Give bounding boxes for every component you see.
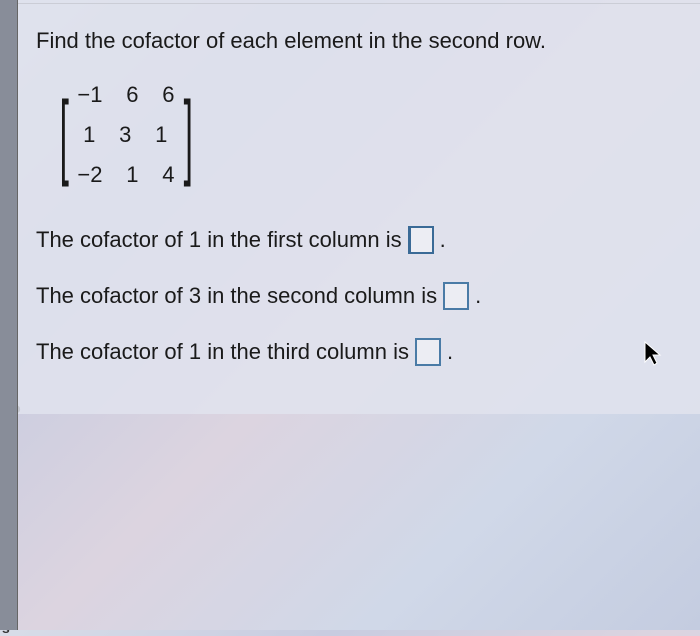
matrix-left-bracket: [: [60, 95, 69, 176]
answer-line-2: The cofactor of 3 in the second column i…: [36, 282, 680, 310]
answer-prefix: The cofactor of 3 in the second column i…: [36, 283, 437, 309]
question-content: Find the cofactor of each element in the…: [18, 0, 700, 414]
answer-suffix: .: [440, 227, 446, 253]
matrix-cell: −2: [77, 162, 102, 188]
answer-prefix: The cofactor of 1 in the first column is: [36, 227, 402, 253]
matrix-cell: 1: [149, 122, 167, 148]
mouse-cursor-icon: [643, 340, 665, 368]
matrix-body: −1 6 6 1 3 1 −2 1 4: [77, 74, 174, 196]
answer-line-3: The cofactor of 1 in the third column is…: [36, 338, 680, 366]
matrix-cell: −1: [77, 82, 102, 108]
matrix-cell: 1: [121, 162, 139, 188]
matrix-row-1: −1 6 6: [77, 82, 174, 108]
answer-input-box[interactable]: [415, 338, 441, 366]
matrix-display: [ −1 6 6 1 3 1 −2 1 4 ]: [51, 74, 201, 196]
matrix-cell: 6: [157, 82, 175, 108]
answer-input-box[interactable]: [443, 282, 469, 310]
matrix-row-2: 1 3 1: [77, 122, 174, 148]
matrix-cell: 1: [77, 122, 95, 148]
matrix-cell: 3: [113, 122, 131, 148]
answer-suffix: .: [475, 283, 481, 309]
matrix-cell: 4: [157, 162, 175, 188]
matrix-cell: 6: [121, 82, 139, 108]
question-prompt: Find the cofactor of each element in the…: [36, 28, 680, 54]
answer-suffix: .: [447, 339, 453, 365]
answer-line-1: The cofactor of 1 in the first column is…: [36, 226, 680, 254]
left-sidebar-strip: [0, 0, 18, 630]
answer-input-box[interactable]: [408, 226, 434, 254]
matrix-row-3: −2 1 4: [77, 162, 174, 188]
matrix-right-bracket: ]: [183, 95, 192, 176]
answer-prefix: The cofactor of 1 in the third column is: [36, 339, 409, 365]
